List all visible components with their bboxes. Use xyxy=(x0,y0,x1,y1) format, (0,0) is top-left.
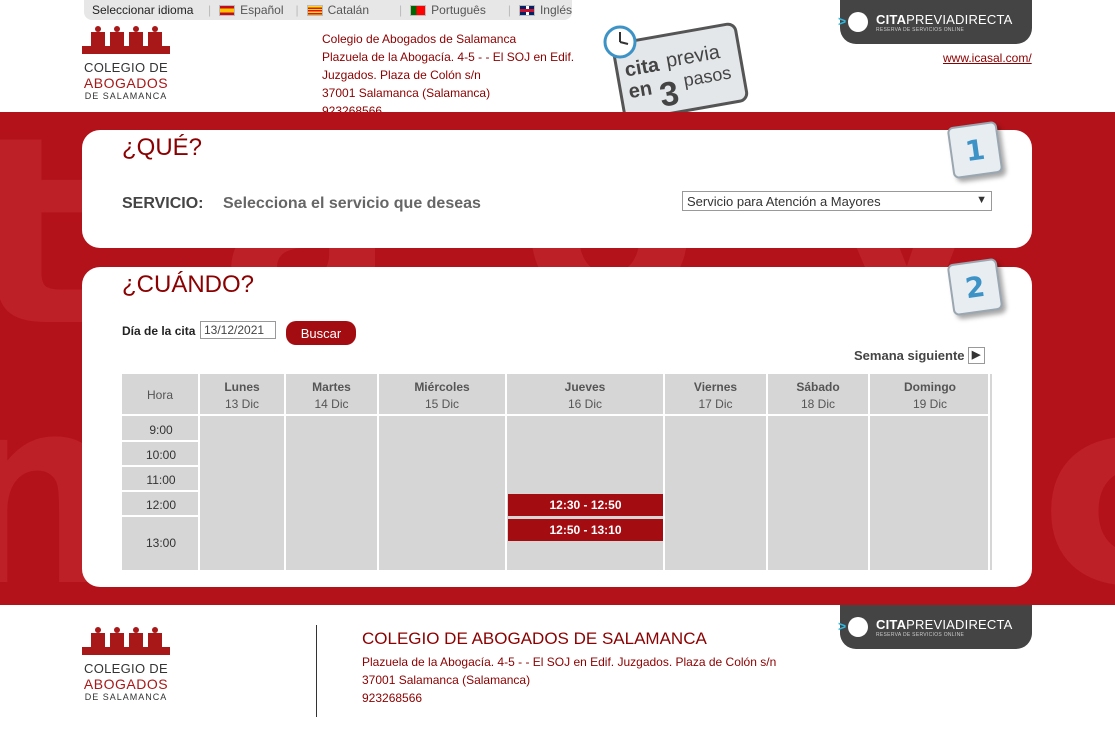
chevron-down-icon: ▼ xyxy=(976,194,987,206)
footer-logo[interactable]: COLEGIO DE ABOGADOS DE SALAMANCA xyxy=(80,625,172,702)
day-header-martes: Martes 14 Dic xyxy=(286,374,379,416)
day-header-sabado: Sábado 18 Dic xyxy=(768,374,870,416)
spain-flag-icon xyxy=(219,4,236,16)
step-1-icon: 1 xyxy=(946,120,1004,180)
footer: COLEGIO DE ABOGADOS DE SALAMANCA COLEGIO… xyxy=(0,605,1115,754)
website-link[interactable]: www.icasal.com/ xyxy=(943,51,1032,65)
logo-crown-icon xyxy=(90,625,162,647)
hour-11: 11:00 xyxy=(146,473,176,487)
slot-1250-1310[interactable]: 12:50 - 13:10 xyxy=(508,519,663,541)
lang-pt[interactable]: | Português xyxy=(391,3,486,17)
slot-1230-1250[interactable]: 12:30 - 12:50 xyxy=(508,494,663,516)
citaprevia-logo-icon xyxy=(838,617,868,637)
step1-panel: ¿QUÉ? 1 SERVICIO: Selecciona el servicio… xyxy=(82,120,1032,248)
step2-panel: ¿CUÁNDO? 2 Día de la cita 13/12/2021 Bus… xyxy=(82,257,1032,587)
day-header-viernes: Viernes 17 Dic xyxy=(665,374,768,416)
date-label: Día de la cita xyxy=(122,324,196,338)
lang-es[interactable]: | Español xyxy=(200,3,284,17)
lang-ca[interactable]: | Catalán xyxy=(288,3,370,17)
hour-13: 13:00 xyxy=(145,536,177,550)
logo[interactable]: COLEGIO DE ABOGADOS DE SALAMANCA xyxy=(80,24,172,101)
hour-10: 10:00 xyxy=(145,448,177,462)
language-label: Seleccionar idioma xyxy=(92,3,194,17)
portugal-flag-icon xyxy=(410,4,427,16)
uk-flag-icon xyxy=(518,4,535,16)
footer-divider xyxy=(316,625,317,717)
footer-address: Plazuela de la Abogacía. 4-5 - - El SOJ … xyxy=(362,655,777,705)
header-address: Colegio de Abogados de Salamanca Plazuel… xyxy=(322,32,575,118)
day-header-jueves: Jueves 16 Dic xyxy=(507,374,665,416)
step2-title: ¿CUÁNDO? xyxy=(122,271,255,298)
svg-text:en: en xyxy=(627,77,654,103)
day-header-lunes: Lunes 13 Dic xyxy=(200,374,286,416)
hour-9: 9:00 xyxy=(149,423,173,437)
citaprevia-badge-top[interactable]: CITAPREVIADIRECTA RESERVA DE SERVICIOS O… xyxy=(838,0,1032,44)
lang-en[interactable]: | Inglés xyxy=(500,3,572,17)
language-bar: Seleccionar idioma | Español | Catalán | Po… xyxy=(84,0,572,20)
service-hint: Selecciona el servicio que deseas xyxy=(223,195,481,212)
page: Seleccionar idioma | Español | Catalán | Po… xyxy=(0,0,1115,754)
cita-previa-3-pasos-logo: cita previa en 3 pasos xyxy=(603,22,749,122)
next-week-link[interactable]: Semana siguiente ▶ xyxy=(854,347,985,364)
day-header-miercoles: Miércoles 15 Dic xyxy=(379,374,507,416)
catalonia-flag-icon xyxy=(306,4,323,16)
hour-header: Hora xyxy=(122,374,200,416)
date-input[interactable]: 13/12/2021 xyxy=(200,321,276,339)
calendar-grid: Hora Lunes 13 Dic Martes 14 Dic Miércoles 1… xyxy=(122,374,992,570)
search-button[interactable]: Buscar xyxy=(286,321,356,345)
service-label: SERVICIO: xyxy=(122,195,204,212)
citaprevia-badge-bottom[interactable]: CITAPREVIADIRECTA RESERVA DE SERVICIOS O… xyxy=(838,605,1032,649)
hour-12: 12:00 xyxy=(145,498,177,512)
step1-title: ¿QUÉ? xyxy=(122,134,203,161)
logo-crown-icon xyxy=(90,24,162,46)
header: Seleccionar idioma | Español | Catalán | Po… xyxy=(0,0,1115,122)
step-2-icon: 2 xyxy=(946,257,1004,317)
service-select[interactable]: Servicio para Atención a Mayores ▼ xyxy=(682,191,992,211)
chevron-right-icon: ▶ xyxy=(967,347,985,364)
day-header-domingo: Domingo 19 Dic xyxy=(870,374,990,416)
citaprevia-logo-icon xyxy=(838,12,868,32)
footer-title: COLEGIO DE ABOGADOS DE SALAMANCA xyxy=(362,629,707,648)
